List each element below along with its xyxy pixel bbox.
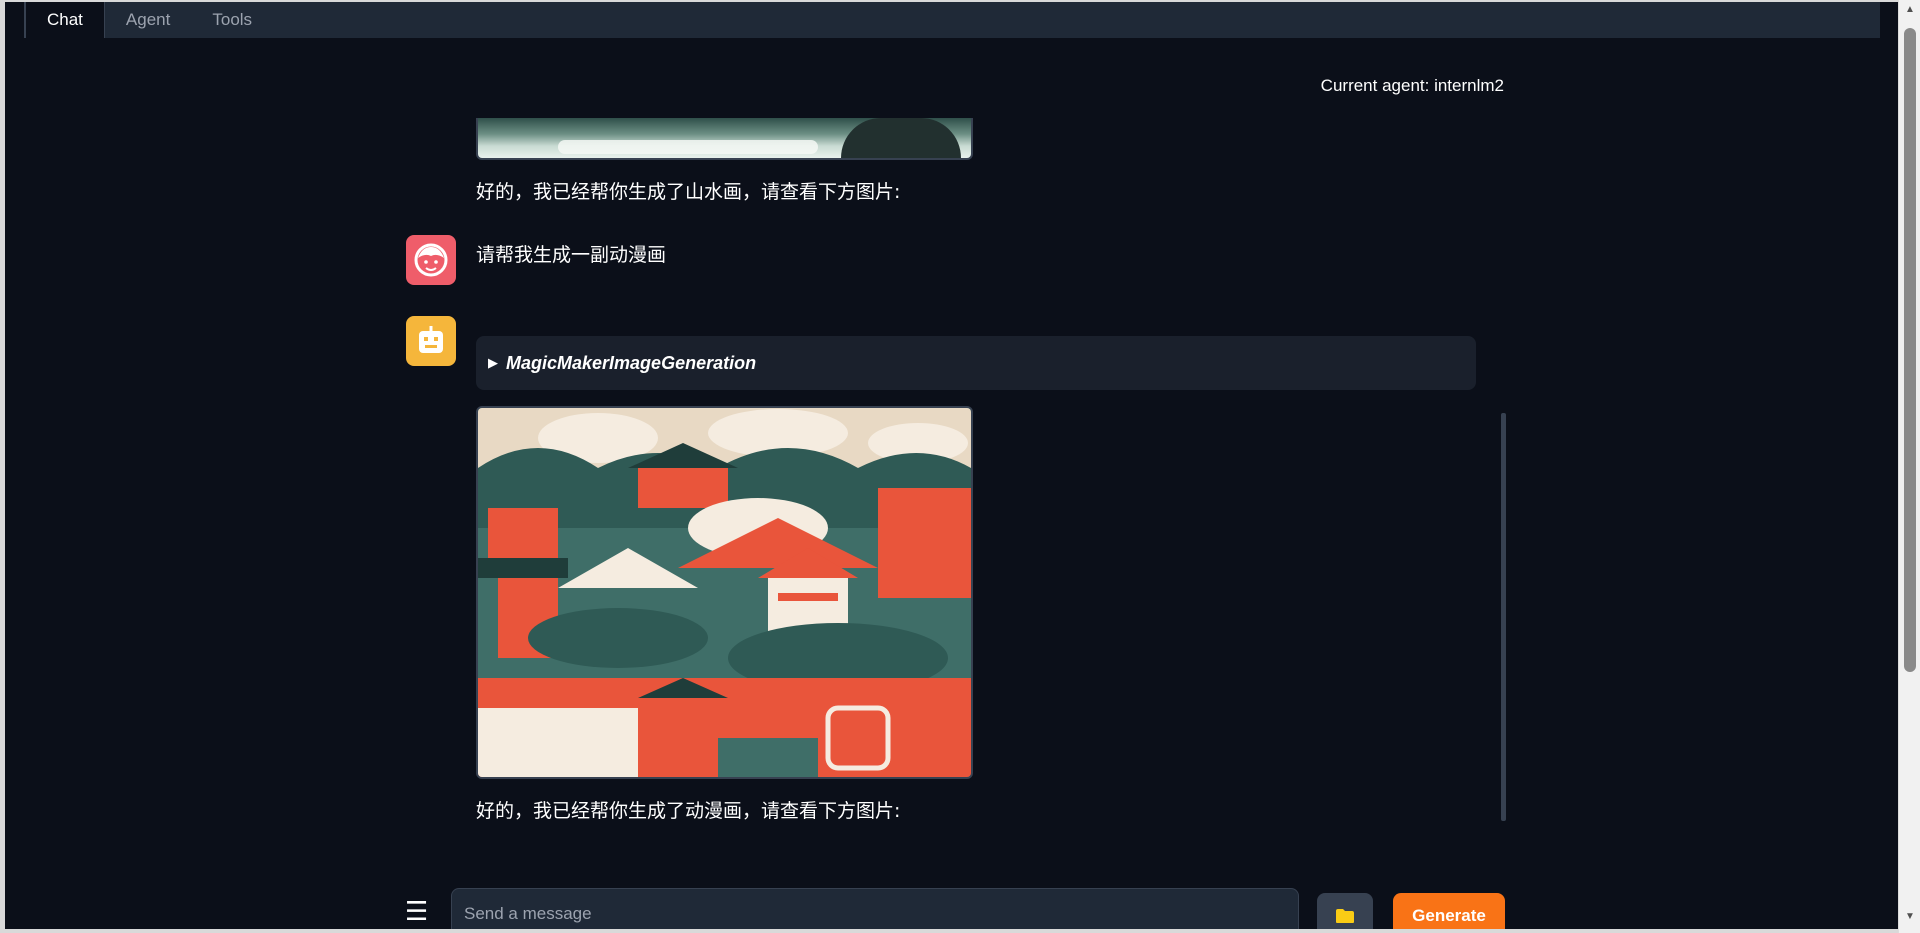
chat-area: 好的，我已经帮你生成了山水画，请查看下方图片: 请帮我生成一副动漫画 ▶ Mag…: [400, 118, 1508, 824]
user-avatar: [406, 235, 456, 285]
tab-agent[interactable]: Agent: [105, 2, 191, 38]
menu-button[interactable]: ☰: [405, 898, 433, 924]
tool-call-name: MagicMakerImageGeneration: [506, 352, 757, 373]
image-hill: [841, 118, 961, 158]
tab-chat[interactable]: Chat: [25, 2, 105, 38]
scroll-up-icon[interactable]: ▲: [1904, 4, 1916, 16]
user-message: 请帮我生成一副动漫画: [476, 244, 667, 266]
folder-icon: [1336, 909, 1354, 923]
user-face-icon: [414, 243, 448, 277]
tab-bar: Chat Agent Tools: [25, 2, 1880, 38]
expand-triangle-icon: ▶: [488, 355, 498, 370]
tab-tools[interactable]: Tools: [191, 2, 273, 38]
upload-button[interactable]: [1317, 893, 1373, 929]
app-window: Chat Agent Tools Current agent: internlm…: [5, 2, 1898, 929]
generated-anime-image[interactable]: [476, 406, 973, 779]
bot-avatar: [406, 316, 456, 366]
generate-button[interactable]: Generate: [1393, 893, 1505, 929]
image-mist: [558, 140, 818, 154]
tool-call-collapsible[interactable]: ▶ MagicMakerImageGeneration: [476, 336, 1476, 390]
previous-generated-image: [476, 118, 973, 160]
bot-message: 好的，我已经帮你生成了动漫画，请查看下方图片:: [476, 800, 901, 822]
page-scrollbar[interactable]: ▲ ▼: [1898, 0, 1920, 933]
message-scroll-indicator: [1501, 413, 1506, 821]
previous-bot-message: 好的，我已经帮你生成了山水画，请查看下方图片:: [476, 181, 901, 203]
current-agent-label: Current agent: internlm2: [1320, 76, 1504, 95]
scroll-down-icon[interactable]: ▼: [1904, 911, 1916, 923]
robot-icon: [419, 326, 443, 353]
scroll-thumb[interactable]: [1904, 28, 1916, 672]
anime-landscape-graphic: [478, 408, 971, 777]
message-input[interactable]: [451, 888, 1299, 929]
